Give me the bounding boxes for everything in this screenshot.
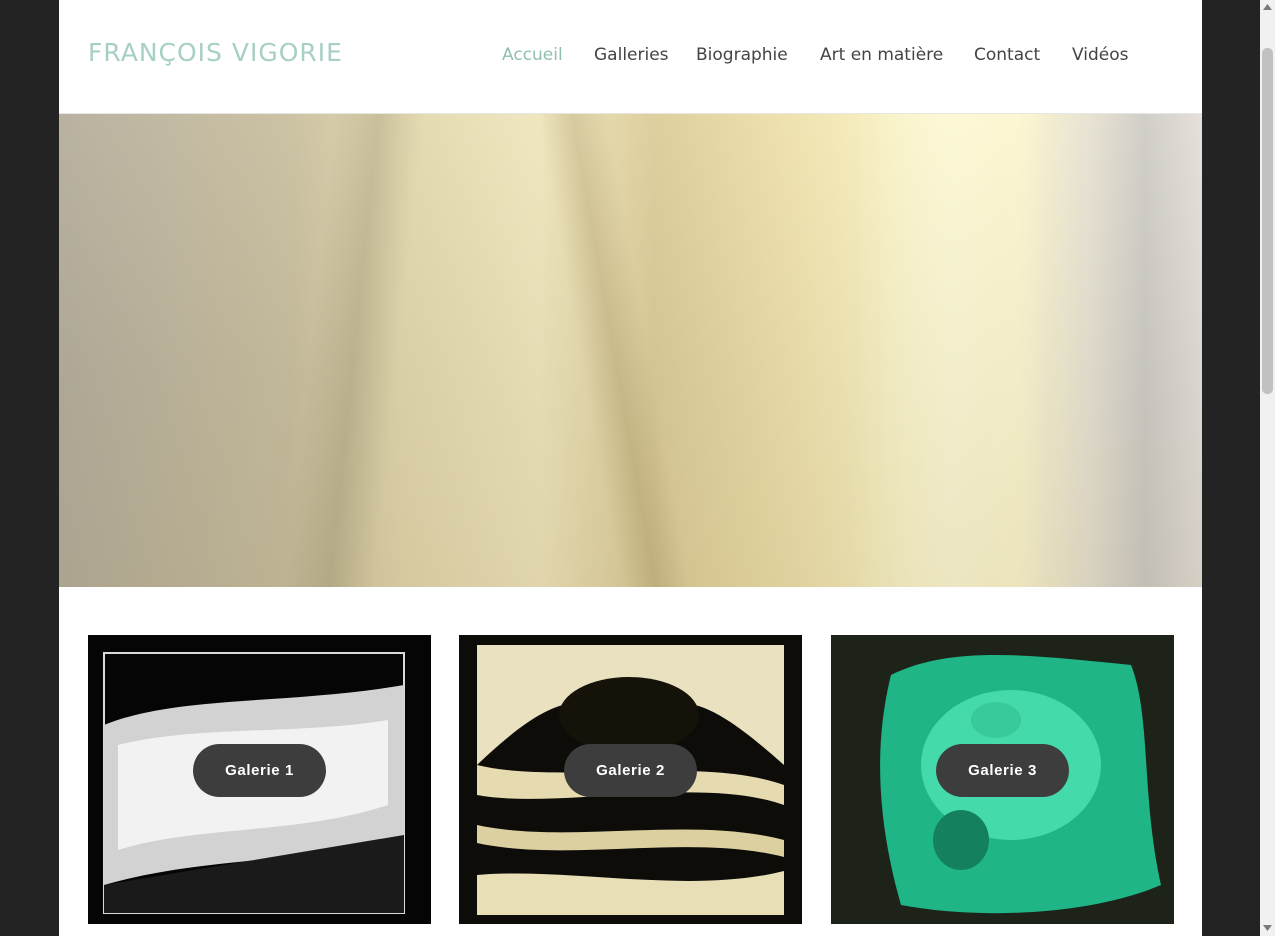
nav-item-biographie[interactable]: Biographie <box>696 45 788 65</box>
nav-item-contact[interactable]: Contact <box>974 45 1040 65</box>
gallery-3-button[interactable]: Galerie 3 <box>936 744 1069 797</box>
scrollbar-thumb[interactable] <box>1262 48 1273 394</box>
chevron-down-icon[interactable] <box>600 607 660 633</box>
vertical-scrollbar[interactable] <box>1260 0 1275 936</box>
site-header: FRANÇOIS VIGORIE Accueil Galleries Biogr… <box>59 0 1202 114</box>
nav-item-galleries[interactable]: Galleries <box>594 45 669 65</box>
page-content: FRANÇOIS VIGORIE Accueil Galleries Biogr… <box>59 0 1202 936</box>
nav-item-art-en-matiere[interactable]: Art en matière <box>820 45 943 65</box>
nav-item-videos[interactable]: Vidéos <box>1072 45 1129 65</box>
hero-banner-image <box>59 114 1202 630</box>
scroll-up-arrow-icon[interactable] <box>1263 4 1272 10</box>
site-logo[interactable]: FRANÇOIS VIGORIE <box>88 38 343 67</box>
scroll-down-arrow-icon[interactable] <box>1263 925 1272 931</box>
gallery-card-3[interactable]: Galerie 3 <box>831 635 1174 924</box>
gallery-2-button[interactable]: Galerie 2 <box>564 744 697 797</box>
nav-item-accueil[interactable]: Accueil <box>502 45 563 65</box>
hero-shade-overlay <box>59 114 1202 587</box>
gallery-card-2[interactable]: Galerie 2 <box>459 635 802 924</box>
gallery-card-1[interactable]: Galerie 1 <box>88 635 431 924</box>
gallery-1-button[interactable]: Galerie 1 <box>193 744 326 797</box>
